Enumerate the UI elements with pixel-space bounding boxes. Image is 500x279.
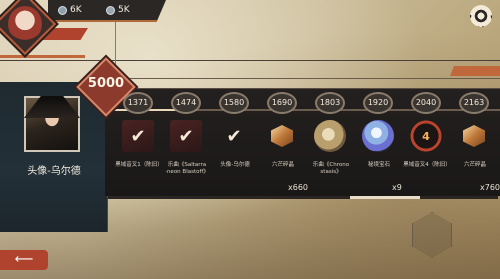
currency-icon	[106, 5, 115, 15]
resource-1: 6K	[58, 5, 82, 15]
reward-slot[interactable]: 2163 六芒碎晶	[450, 92, 500, 192]
orange-strip	[0, 55, 85, 58]
reward-level: 1920	[363, 92, 393, 114]
gem-crystal-icon	[362, 120, 394, 152]
scroll-thumb[interactable]	[350, 196, 420, 199]
reward-name: 乐曲《Saltarra ·neon Blastoff》	[165, 162, 209, 175]
reward-name: 黑域音叉1（陈旧）	[115, 162, 163, 168]
resource-1-value: 6K	[70, 5, 82, 15]
deco-line	[0, 60, 500, 61]
reward-slot[interactable]: 1474 ✔ 乐曲《Saltarra ·neon Blastoff》	[162, 92, 212, 192]
hexa-crystal-icon	[266, 120, 298, 152]
reward-level: 1803	[315, 92, 345, 114]
gear-icon[interactable]	[470, 5, 492, 27]
scroll-track[interactable]	[108, 196, 498, 199]
reward-slot[interactable]: 1690 六芒碎晶	[258, 92, 308, 192]
reward-level: 1371	[123, 92, 153, 114]
reward-name: 六芒碎晶	[271, 162, 294, 168]
reward-name: 黑域音叉4（陈旧）	[403, 162, 451, 168]
hexa-crystal-icon	[458, 120, 490, 152]
reward-name: 乐曲《Chrono stasis》	[312, 162, 350, 175]
reward-level: 1690	[267, 92, 297, 114]
deco-line	[120, 78, 500, 79]
reward-slot[interactable]: 1920 秘境宝石	[354, 92, 404, 192]
reward-quantity: x9	[392, 183, 402, 192]
reward-slot[interactable]: 1371 ✔ 黑域音叉1（陈旧）	[114, 92, 164, 192]
reward-slot[interactable]: 2040 4 黑域音叉4（陈旧）	[402, 92, 452, 192]
featured-reward-title: 头像-乌尔德	[27, 166, 81, 177]
reward-level: 2040	[411, 92, 441, 114]
reward-level: 1474	[171, 92, 201, 114]
tuning-token-icon: 4	[410, 120, 442, 152]
resource-2: 5K	[106, 5, 130, 15]
reward-quantity: x660	[288, 183, 309, 192]
check-icon: ✔	[122, 120, 154, 152]
reward-name: 六芒碎晶	[463, 162, 486, 168]
right-tag	[450, 66, 500, 76]
music-disk-icon	[314, 120, 346, 152]
back-button[interactable]: ⟵	[0, 250, 48, 270]
avatar[interactable]	[8, 6, 42, 42]
reward-level: 2163	[459, 92, 489, 114]
resource-2-value: 5K	[118, 5, 130, 15]
check-icon: ✔	[226, 125, 242, 147]
threshold-value: 5000	[87, 76, 125, 91]
check-icon: ✔	[170, 120, 202, 152]
reward-level: 1580	[219, 92, 249, 114]
reward-name: 秘境宝石	[367, 162, 390, 168]
reward-quantity: x760	[480, 183, 500, 192]
reward-name: 头像-乌尔德	[220, 162, 250, 168]
reward-slot[interactable]: 1803 乐曲《Chrono stasis》	[306, 92, 356, 192]
reward-slot[interactable]: 1580 ✔ 头像-乌尔德	[210, 92, 260, 192]
currency-icon	[58, 5, 67, 15]
